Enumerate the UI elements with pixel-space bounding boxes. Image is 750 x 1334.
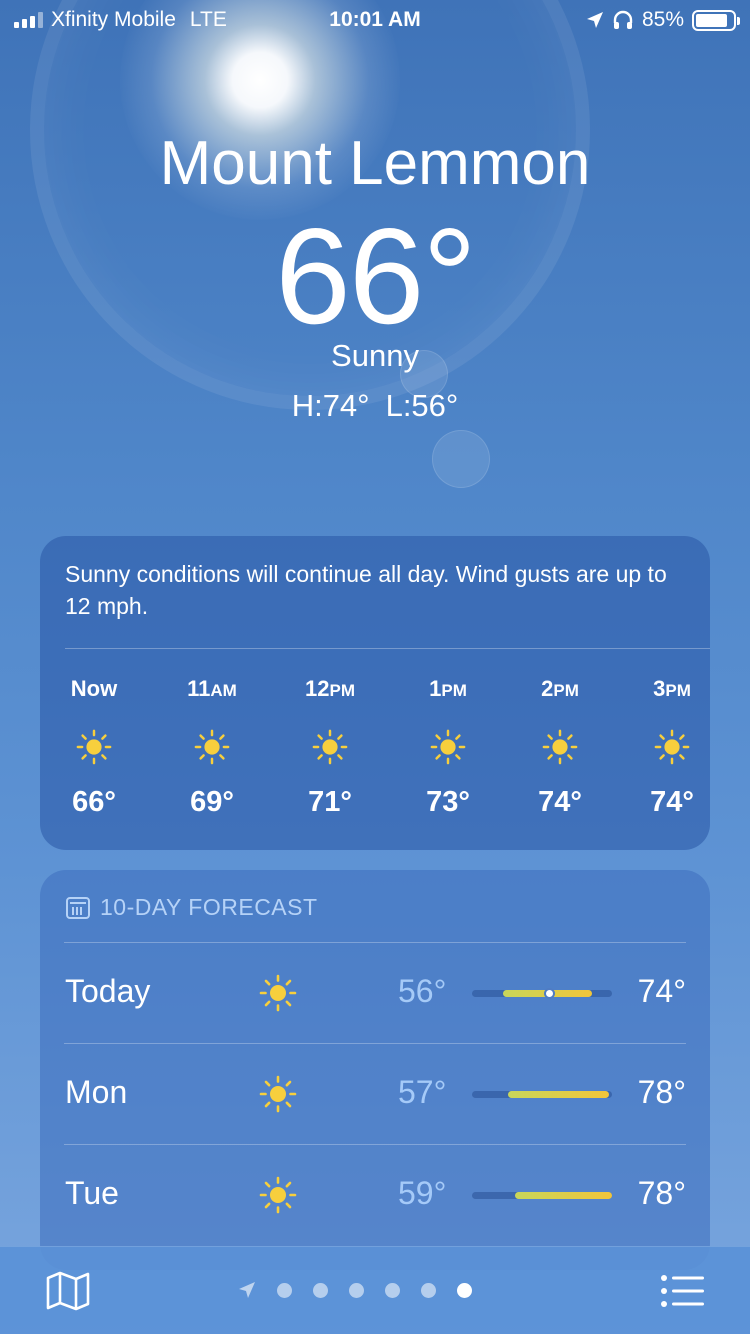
sun-icon bbox=[193, 728, 231, 766]
hour-time: 2PM bbox=[541, 676, 579, 701]
sun-icon bbox=[75, 728, 113, 766]
location-arrow-icon[interactable] bbox=[238, 1281, 256, 1299]
forecast-day: Tue bbox=[65, 1175, 119, 1211]
calendar-icon bbox=[66, 896, 90, 919]
high-low: H:74° L:56° bbox=[0, 388, 750, 424]
forecast-header: 10-DAY FORECAST bbox=[66, 894, 318, 921]
page-dot[interactable] bbox=[421, 1282, 436, 1298]
page-indicator[interactable] bbox=[238, 1281, 472, 1299]
page-dot[interactable] bbox=[313, 1282, 328, 1298]
current-temperature: 66° bbox=[275, 200, 477, 352]
sun-icon bbox=[258, 1074, 298, 1114]
forecast-low: 57° bbox=[398, 1074, 447, 1110]
page-dot[interactable] bbox=[457, 1282, 472, 1298]
low-temp: L:56° bbox=[385, 388, 459, 423]
hour-item: 2PM 74° bbox=[510, 676, 610, 819]
hourly-forecast-card[interactable]: Sunny conditions will continue all day. … bbox=[40, 536, 710, 850]
temperature-range-bar bbox=[472, 1192, 612, 1199]
hour-temp: 66° bbox=[72, 786, 116, 818]
hour-item: Now 66° bbox=[44, 676, 144, 819]
hour-item: 12PM 71° bbox=[280, 676, 380, 819]
sun-icon bbox=[653, 728, 691, 766]
current-temp-dot bbox=[544, 988, 555, 999]
temperature-range-bar bbox=[472, 988, 612, 999]
hour-item: 11AM 69° bbox=[162, 676, 262, 819]
temperature-range-bar bbox=[472, 1091, 612, 1098]
hour-temp: 71° bbox=[308, 786, 352, 818]
sun-icon bbox=[258, 1175, 298, 1215]
hour-temp: 74° bbox=[538, 786, 582, 818]
forecast-low: 59° bbox=[398, 1175, 447, 1211]
sun-icon bbox=[258, 973, 298, 1013]
ten-day-forecast-card[interactable]: 10-DAY FORECAST Today 56° 74° Mon 57° 78… bbox=[40, 870, 710, 1270]
hour-time: 3PM bbox=[653, 676, 691, 701]
forecast-high: 78° bbox=[637, 1175, 686, 1211]
forecast-low: 56° bbox=[398, 973, 447, 1009]
page-dot[interactable] bbox=[349, 1282, 364, 1298]
sun-icon bbox=[311, 728, 349, 766]
forecast-row[interactable]: Today 56° 74° bbox=[64, 942, 686, 1042]
hour-temp: 74° bbox=[650, 786, 694, 818]
weather-summary: Sunny conditions will continue all day. … bbox=[65, 561, 667, 619]
map-icon[interactable] bbox=[46, 1271, 90, 1311]
sun-icon bbox=[541, 728, 579, 766]
hour-time: 11AM bbox=[187, 676, 237, 701]
lens-flare bbox=[432, 430, 490, 488]
bottom-toolbar bbox=[0, 1246, 750, 1334]
forecast-title: 10-DAY FORECAST bbox=[100, 894, 318, 920]
city-name: Mount Lemmon bbox=[159, 129, 591, 198]
hour-item: 1PM 73° bbox=[398, 676, 498, 819]
forecast-row[interactable]: Mon 57° 78° bbox=[64, 1043, 686, 1143]
forecast-day: Today bbox=[65, 973, 151, 1009]
divider bbox=[65, 648, 710, 649]
hour-time: 1PM bbox=[429, 676, 467, 701]
forecast-day: Mon bbox=[65, 1074, 128, 1110]
forecast-high: 74° bbox=[637, 973, 686, 1009]
hour-temp: 73° bbox=[426, 786, 470, 818]
forecast-high: 78° bbox=[637, 1074, 686, 1110]
page-dot[interactable] bbox=[277, 1282, 292, 1298]
hour-time: 12PM bbox=[305, 676, 355, 701]
temperature-range-fill bbox=[515, 1192, 612, 1199]
location-icon bbox=[586, 12, 603, 28]
hour-item: 3PM 74° bbox=[622, 676, 710, 819]
hour-temp: 69° bbox=[190, 786, 234, 818]
page-dot[interactable] bbox=[385, 1282, 400, 1298]
hour-time: Now bbox=[70, 676, 118, 701]
condition-label: Sunny bbox=[331, 338, 419, 373]
high-temp: H:74° bbox=[291, 388, 370, 423]
headphones-icon bbox=[613, 10, 633, 29]
status-bar: Xfinity Mobile LTE 10:01 AM 85% bbox=[0, 0, 750, 40]
battery-icon bbox=[692, 9, 740, 31]
battery-percent: 85% bbox=[641, 8, 684, 31]
list-icon[interactable] bbox=[660, 1273, 706, 1309]
forecast-row[interactable]: Tue 59° 78° bbox=[64, 1144, 686, 1244]
temperature-range-fill bbox=[508, 1091, 610, 1098]
sun-icon bbox=[429, 728, 467, 766]
